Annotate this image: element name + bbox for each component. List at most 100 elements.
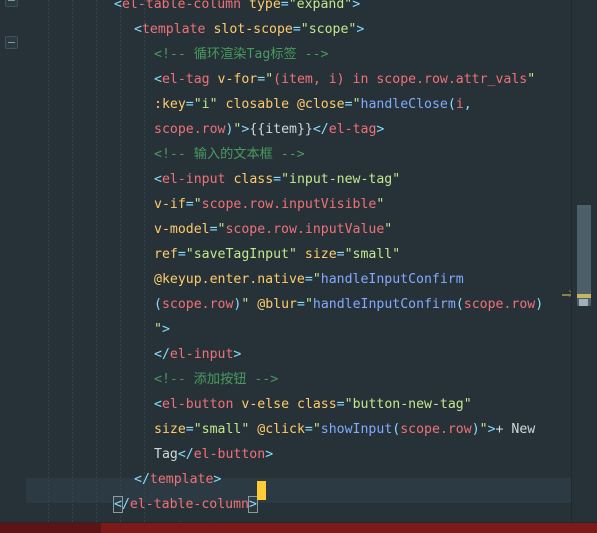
code-token-fn: handleInputConfirm	[320, 272, 464, 287]
code-token-attr: v-if	[154, 197, 186, 212]
annotation-marker-icon[interactable]	[577, 294, 591, 298]
code-token-attr: closable	[225, 97, 290, 112]
indent-guide	[144, 0, 145, 533]
code-token-punc: </	[134, 472, 150, 487]
code-token-str: "	[479, 422, 488, 437]
vertical-scrollbar-thumb[interactable]	[577, 205, 591, 306]
scrollbar-rail[interactable]	[571, 0, 597, 533]
code-token-punc: =	[296, 297, 305, 312]
code-token-str: "small"	[344, 247, 401, 262]
code-token-expr: (item, i) in scope.row.attr_vals	[273, 72, 528, 87]
indent-guide	[48, 0, 49, 533]
code-token-attr: @blur	[257, 297, 297, 312]
code-token-punc: =	[304, 422, 313, 437]
code-token-punc: >	[356, 22, 365, 37]
code-token-punc: =	[185, 422, 194, 437]
fold-marker-template-icon[interactable]	[5, 36, 18, 49]
code-token-str: "	[352, 97, 361, 112]
code-token-punc: >	[487, 422, 496, 437]
indent-guide	[96, 0, 97, 533]
code-token-punc: =	[280, 0, 289, 12]
fold-marker-top-icon[interactable]	[5, 0, 18, 7]
code-token-tag: el-tag	[161, 72, 210, 87]
code-token-punc: >	[265, 447, 274, 462]
code-token-fn: showInput	[320, 422, 393, 437]
code-token-fn: handleInputConfirm	[312, 297, 456, 312]
code-token-attr: :key	[154, 97, 186, 112]
code-text-area[interactable]: <el-table-column type="expand"> <template…	[26, 0, 571, 533]
code-line: v-if="scope.row.inputVisible"	[154, 192, 384, 217]
code-token-tag: el-table-column	[129, 497, 249, 512]
status-bar[interactable]	[0, 523, 597, 533]
code-token-str: "	[193, 197, 202, 212]
code-token-punc: >	[376, 122, 385, 137]
code-token-tag: el-button	[193, 447, 266, 462]
code-token-tag: el-table-column	[121, 0, 242, 12]
code-token-plain: Tag	[154, 447, 178, 462]
code-token-punc: </	[177, 447, 194, 462]
code-token-attr: class	[233, 172, 274, 187]
code-token-tag: template	[141, 22, 206, 37]
code-token-comment: <!-- 添加按钮 -->	[154, 372, 279, 387]
code-token-punc: (	[455, 297, 464, 312]
code-token-comment: <!-- 循环渲染Tag标签 -->	[154, 47, 329, 62]
rail-divider	[571, 0, 572, 533]
code-token-punc: =	[336, 247, 345, 262]
code-line: (scope.row)" @blur="handleInputConfirm(s…	[154, 292, 543, 317]
code-token-expr: scope.row	[154, 122, 226, 137]
code-token-punc: )	[535, 297, 544, 312]
code-token-tag: el-input	[169, 347, 234, 362]
code-token-str: "i"	[193, 97, 218, 112]
code-token-str: "	[384, 222, 393, 237]
code-token-comment: <!-- 输入的文本框 -->	[154, 147, 305, 162]
code-token-str: "small"	[193, 422, 250, 437]
code-token-str: "	[376, 197, 385, 212]
code-token-attr: size	[304, 247, 337, 262]
code-token-str: "expand"	[288, 0, 353, 12]
code-token-str: "	[312, 422, 321, 437]
code-token-expr: scope.row.inputVisible	[201, 197, 377, 212]
code-line: <el-tag v-for="(item, i) in scope.row.at…	[154, 67, 535, 92]
code-token-punc: =	[273, 172, 282, 187]
code-token-tag: el-button	[161, 397, 234, 412]
code-token-punc: =	[177, 247, 186, 262]
code-token-tag: el-input	[161, 172, 226, 187]
code-token-attr: type	[249, 0, 281, 12]
code-token-punc: (	[447, 97, 456, 112]
code-token-punc: >	[352, 0, 361, 12]
code-token-attr: class	[296, 397, 337, 412]
code-token-plain: + New	[495, 422, 536, 437]
code-token-punc: =	[209, 222, 218, 237]
code-line: </el-table-column>	[113, 492, 258, 517]
code-token-punc: =	[292, 22, 301, 37]
code-token-expr: i	[455, 97, 464, 112]
annotation-marker-shadow	[579, 299, 588, 306]
code-line: scope.row)">{{item}}</el-tag>	[154, 117, 384, 142]
code-line: size="small" @click="showInput(scope.row…	[154, 417, 535, 442]
code-token-str: "saveTagInput"	[185, 247, 297, 262]
code-token-expr: scope.row	[161, 297, 234, 312]
code-token-attr: v-for	[217, 72, 258, 87]
indent-guide	[120, 0, 121, 533]
code-token-attr: @click	[257, 422, 305, 437]
code-token-punc: <	[113, 496, 123, 513]
code-token-attr: @close	[296, 97, 345, 112]
code-token-punc: (	[154, 297, 162, 312]
code-token-punc: <	[114, 0, 122, 12]
code-token-punc: <	[154, 72, 162, 87]
code-token-punc: =	[336, 397, 345, 412]
code-token-punc: =	[344, 97, 353, 112]
code-line: ">	[154, 317, 170, 342]
code-token-str: "	[312, 272, 321, 287]
code-line: @keyup.enter.native="handleInputConfirm	[154, 267, 464, 292]
code-line: <el-table-column type="expand">	[114, 0, 360, 17]
code-token-punc: =	[304, 272, 313, 287]
code-token-attr: ref	[154, 247, 178, 262]
code-token-expr: scope.row	[463, 297, 536, 312]
code-token-punc: <	[154, 397, 162, 412]
